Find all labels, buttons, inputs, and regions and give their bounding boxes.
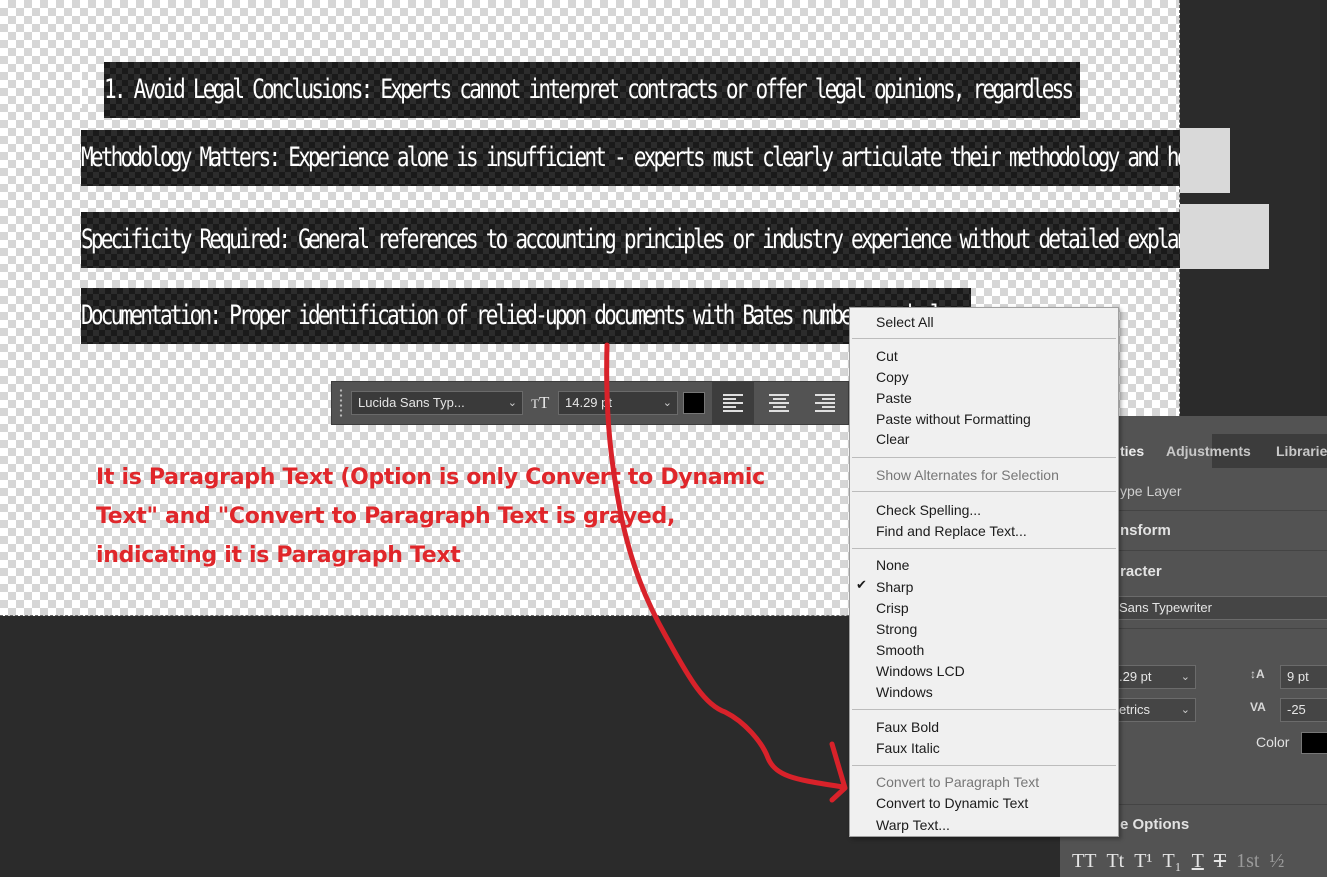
- menu-item-antialias-none[interactable]: None: [876, 556, 909, 574]
- menu-item-faux-bold[interactable]: Faux Bold: [876, 718, 939, 736]
- align-left-icon: [723, 394, 743, 412]
- panel-color-swatch[interactable]: [1301, 732, 1327, 754]
- menu-item-check-spelling[interactable]: Check Spelling...: [876, 501, 981, 519]
- menu-separator: [852, 709, 1116, 710]
- overflow-highlight-2: [1180, 204, 1269, 269]
- menu-item-antialias-crisp[interactable]: Crisp: [876, 599, 909, 617]
- align-center-icon: [769, 394, 789, 412]
- menu-item-antialias-smooth[interactable]: Smooth: [876, 641, 924, 659]
- paragraph-line-3[interactable]: Specificity Required: General references…: [81, 212, 1180, 268]
- menu-separator: [852, 548, 1116, 549]
- chevron-down-icon: ⌄: [507, 397, 517, 409]
- paragraph-line-3-text: Specificity Required: General references…: [81, 224, 1180, 255]
- menu-item-antialias-windows-lcd[interactable]: Windows LCD: [876, 662, 965, 680]
- paragraph-line-2[interactable]: Methodology Matters: Experience alone is…: [81, 130, 1180, 186]
- font-size-icon: TT: [531, 393, 550, 412]
- menu-item-antialias-sharp[interactable]: Sharp: [876, 578, 913, 596]
- context-menu: Select All Cut Copy Paste Paste without …: [849, 307, 1119, 837]
- leading-field[interactable]: 9 pt: [1280, 665, 1327, 689]
- type-options-buttons: TT Tt T¹ T₁ T T 1st ½: [1072, 850, 1284, 873]
- tracking-value: -25: [1287, 702, 1306, 717]
- leading-value: 9 pt: [1287, 669, 1309, 684]
- panel-font-size-value: .29 pt: [1119, 669, 1152, 684]
- menu-item-convert-to-dynamic-text[interactable]: Convert to Dynamic Text: [876, 794, 1028, 812]
- panel-font-family-select[interactable]: Sans Typewriter: [1112, 596, 1327, 620]
- tracking-field[interactable]: -25: [1280, 698, 1327, 722]
- menu-separator: [852, 491, 1116, 492]
- font-size-value: 14.29 pt: [565, 395, 612, 410]
- menu-separator: [852, 765, 1116, 766]
- panel-font-family-value: Sans Typewriter: [1119, 600, 1212, 615]
- menu-item-antialias-strong[interactable]: Strong: [876, 620, 917, 638]
- font-size-select[interactable]: 14.29 pt ⌄: [558, 391, 678, 415]
- font-family-select[interactable]: Lucida Sans Typ... ⌄: [351, 391, 523, 415]
- drag-handle-icon[interactable]: [338, 388, 344, 418]
- chevron-down-icon: ⌄: [662, 397, 672, 409]
- tracking-icon: VA: [1250, 700, 1266, 714]
- align-left-button[interactable]: [712, 382, 754, 424]
- contextual-task-bar: Lucida Sans Typ... ⌄ TT 14.29 pt ⌄: [331, 381, 849, 425]
- leading-icon: ↕A: [1250, 667, 1265, 681]
- chevron-down-icon: ⌄: [1180, 671, 1190, 683]
- text-cursor: [80, 64, 104, 108]
- menu-item-warp-text[interactable]: Warp Text...: [876, 816, 950, 834]
- ordinals-button[interactable]: 1st: [1236, 850, 1259, 873]
- all-caps-button[interactable]: TT: [1072, 850, 1096, 873]
- layer-type-label: ype Layer: [1120, 483, 1182, 499]
- menu-item-paste[interactable]: Paste: [876, 389, 912, 407]
- menu-item-antialias-windows[interactable]: Windows: [876, 683, 933, 701]
- transform-section-header[interactable]: nsform: [1120, 522, 1171, 539]
- menu-item-select-all[interactable]: Select All: [876, 313, 934, 331]
- kerning-value: etrics: [1119, 702, 1151, 717]
- menu-item-cut[interactable]: Cut: [876, 347, 898, 365]
- menu-item-paste-without-formatting[interactable]: Paste without Formatting: [876, 410, 1031, 428]
- superscript-button[interactable]: T¹: [1134, 850, 1152, 873]
- paragraph-line-4[interactable]: Documentation: Proper identification of …: [81, 288, 971, 344]
- small-caps-button[interactable]: Tt: [1106, 850, 1124, 873]
- chevron-down-icon: ⌄: [1180, 704, 1190, 716]
- subscript-button[interactable]: T₁: [1162, 850, 1181, 873]
- menu-item-copy[interactable]: Copy: [876, 368, 909, 386]
- paragraph-line-1-text: 1. Avoid Legal Conclusions: Experts cann…: [104, 74, 1080, 105]
- menu-separator: [852, 457, 1116, 458]
- align-center-button[interactable]: [758, 382, 800, 424]
- paragraph-line-1[interactable]: 1. Avoid Legal Conclusions: Experts cann…: [104, 62, 1080, 118]
- menu-item-convert-to-paragraph-text: Convert to Paragraph Text: [876, 774, 1040, 790]
- fractions-button[interactable]: ½: [1269, 850, 1284, 873]
- overflow-highlight-1: [1180, 128, 1230, 193]
- paragraph-line-4-text: Documentation: Proper identification of …: [81, 300, 971, 331]
- character-section-header[interactable]: racter: [1120, 563, 1162, 580]
- menu-item-faux-italic[interactable]: Faux Italic: [876, 739, 940, 757]
- text-color-swatch[interactable]: [683, 392, 705, 414]
- strikethrough-button[interactable]: T: [1214, 850, 1226, 873]
- menu-separator: [852, 338, 1116, 339]
- align-right-icon: [815, 394, 835, 412]
- underline-button[interactable]: T: [1192, 850, 1204, 873]
- menu-item-clear[interactable]: Clear: [876, 430, 909, 448]
- color-label: Color: [1256, 734, 1290, 750]
- kerning-select[interactable]: etrics ⌄: [1112, 698, 1196, 722]
- menu-item-show-alternates: Show Alternates for Selection: [876, 467, 1059, 483]
- align-right-button[interactable]: [804, 382, 846, 424]
- annotation-note: It is Paragraph Text (Option is only Con…: [96, 465, 765, 568]
- type-options-section-header[interactable]: e Options: [1120, 816, 1189, 833]
- menu-item-find-replace[interactable]: Find and Replace Text...: [876, 522, 1027, 540]
- tab-libraries[interactable]: Librarie: [1266, 434, 1327, 468]
- paragraph-line-2-text: Methodology Matters: Experience alone is…: [81, 142, 1180, 173]
- panel-font-size-select[interactable]: .29 pt ⌄: [1112, 665, 1196, 689]
- checkmark-icon: ✔: [856, 578, 867, 593]
- font-family-value: Lucida Sans Typ...: [358, 395, 465, 410]
- tab-adjustments[interactable]: Adjustments: [1156, 434, 1266, 468]
